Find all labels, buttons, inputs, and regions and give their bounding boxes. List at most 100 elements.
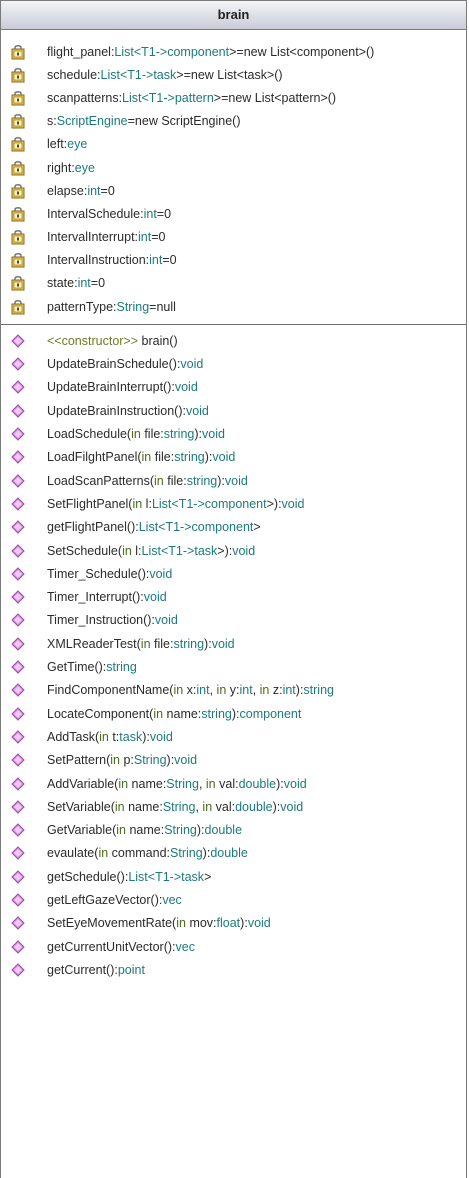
operation-row-text: UpdateBrainInstruction():void: [47, 404, 209, 418]
text-segment: void: [180, 357, 204, 372]
public-operation-icon: [11, 357, 25, 371]
public-operation-icon: [11, 450, 25, 465]
text-segment: SetPattern(: [47, 753, 111, 768]
text-segment: int: [143, 206, 157, 221]
text-segment: in: [216, 683, 227, 698]
public-operation-icon: [11, 939, 25, 954]
private-attribute-icon: [11, 91, 25, 106]
text-segment: =0: [156, 206, 172, 221]
operation-row-text: getCurrentUnitVector():vec: [47, 940, 195, 954]
text-segment: eye: [74, 160, 95, 175]
text-segment: file:: [163, 473, 187, 488]
text-segment: eye: [67, 137, 88, 152]
text-segment: in: [259, 683, 270, 698]
operation-row: evaulate(in command:String):double: [1, 842, 466, 865]
class-name-header: brain: [1, 1, 466, 30]
text-segment: ):: [142, 729, 150, 744]
text-segment: void: [280, 799, 304, 814]
text-segment: schedule:: [47, 67, 101, 82]
operation-row: LoadSchedule(in file:string):void: [1, 422, 466, 445]
text-segment: SetSchedule(: [47, 543, 123, 558]
operation-row: LoadScanPatterns(in file:string):void: [1, 469, 466, 492]
text-segment: component: [239, 706, 302, 721]
operation-row: SetFlightPanel(in l:List<T1->component>)…: [1, 492, 466, 515]
text-segment: p:: [119, 753, 134, 768]
private-attribute-icon: [11, 137, 25, 152]
text-segment: UpdateBrainSchedule():: [47, 357, 181, 372]
public-operation-icon: [11, 637, 25, 651]
text-segment: ,: [198, 776, 206, 791]
text-segment: component: [167, 44, 230, 59]
text-segment: =0: [151, 230, 166, 245]
text-segment: ):: [231, 706, 240, 721]
public-operation-icon: [11, 706, 25, 721]
text-segment: int: [196, 683, 210, 698]
private-attribute-icon: [11, 160, 25, 176]
public-operation-icon: [11, 427, 25, 441]
text-segment: name:: [128, 776, 167, 791]
operation-row-text: LoadFilghtPanel(in file:string):void: [47, 450, 235, 464]
text-segment: >):: [217, 543, 233, 558]
text-segment: in: [202, 799, 213, 814]
public-operation-icon: [11, 660, 25, 674]
text-segment: List<T1->: [114, 44, 168, 59]
operation-row: LocateComponent(in name:string):componen…: [1, 702, 466, 725]
operation-row-text: FindComponentName(in x:int, in y:int, in…: [47, 683, 334, 697]
private-attribute-icon: [11, 114, 25, 129]
attribute-row: scanpatterns:List<T1->pattern>=new List<…: [1, 86, 466, 109]
text-segment: ):: [276, 776, 284, 791]
public-operation-icon: [11, 730, 25, 744]
operation-row-text: UpdateBrainSchedule():void: [47, 357, 203, 371]
operation-row: UpdateBrainInstruction():void: [1, 399, 466, 422]
text-segment: void: [202, 427, 225, 442]
private-attribute-icon: [11, 276, 25, 291]
text-segment: String: [170, 846, 203, 861]
text-segment: ,: [252, 683, 260, 698]
text-segment: GetTime():: [47, 660, 107, 675]
operation-row-text: SetSchedule(in l:List<T1->task>):void: [47, 544, 255, 558]
text-segment: getLeftGazeVector():: [47, 893, 163, 908]
text-segment: ):: [240, 916, 248, 931]
attribute-row-text: IntervalSchedule:int=0: [47, 207, 171, 221]
public-operation-icon: [11, 893, 25, 907]
text-segment: name:: [163, 706, 202, 721]
operation-row-text: AddTask(in t:task):void: [47, 730, 173, 744]
operation-row-text: getSchedule():List<T1->task>: [47, 870, 211, 884]
operation-row: AddTask(in t:task):void: [1, 725, 466, 748]
text-segment: >=new List<component>(): [229, 44, 375, 59]
operation-row: GetTime():string: [1, 655, 466, 678]
operation-row: <<constructor>> brain(): [1, 329, 466, 352]
text-segment: patternType:: [47, 299, 117, 314]
private-attribute-icon: [11, 207, 25, 222]
operation-row-text: UpdateBrainInterrupt():void: [47, 380, 198, 394]
text-segment: y:: [226, 683, 240, 698]
uml-class-box: brain flight_panel:List<T1->component>=n…: [0, 0, 467, 1178]
text-segment: LocateComponent(: [47, 706, 154, 721]
text-segment: ScriptEngine: [56, 114, 128, 129]
text-segment: in: [131, 427, 141, 442]
text-segment: task: [194, 543, 218, 558]
attribute-row-text: scanpatterns:List<T1->pattern>=new List<…: [47, 91, 336, 105]
text-segment: s:: [47, 114, 57, 129]
text-segment: in: [110, 753, 120, 768]
operation-row-text: Timer_Instruction():void: [47, 613, 178, 627]
text-segment: point: [117, 962, 145, 977]
text-segment: void: [212, 450, 236, 465]
text-segment: IntervalInstruction:: [47, 253, 150, 268]
public-operation-icon: [11, 683, 25, 698]
operation-row-text: SetVariable(in name:String, in val:doubl…: [47, 800, 303, 814]
attribute-row-text: IntervalInterrupt:int=0: [47, 230, 165, 244]
text-segment: GetVariable(: [47, 823, 117, 838]
attribute-row-text: patternType:String=null: [47, 300, 176, 314]
text-segment: evaulate(: [47, 846, 99, 861]
operation-row: getSchedule():List<T1->task>: [1, 865, 466, 888]
text-segment: int: [149, 253, 163, 268]
operation-row-text: <<constructor>> brain(): [47, 334, 178, 348]
attribute-row: s:ScriptEngine=new ScriptEngine(): [1, 110, 466, 133]
operation-row-text: getCurrent():point: [47, 963, 145, 977]
text-segment: double: [235, 799, 273, 814]
text-segment: getFlightPanel():: [47, 520, 139, 535]
text-segment: List<T1->: [122, 90, 175, 105]
public-operation-icon: [11, 800, 25, 814]
text-segment: void: [174, 753, 198, 768]
